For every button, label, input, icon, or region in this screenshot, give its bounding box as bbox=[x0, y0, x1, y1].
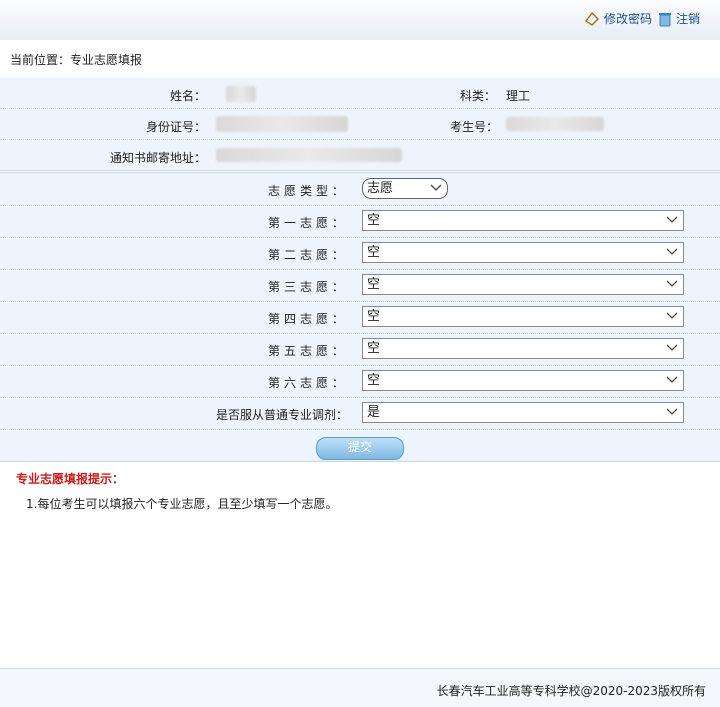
logout-label: 注销 bbox=[675, 12, 700, 26]
type-label: 志愿类型： bbox=[267, 184, 348, 198]
adjust-select[interactable]: 是 bbox=[362, 402, 684, 423]
change-password-label: 修改密码 bbox=[603, 12, 652, 26]
adjust-label: 是否服从普通专业调剂： bbox=[215, 408, 348, 422]
name-label: 姓名： bbox=[170, 89, 207, 103]
adjust-value: 是 bbox=[367, 405, 381, 420]
trash-icon bbox=[658, 12, 671, 26]
change-password-link[interactable]: 修改密码 bbox=[584, 10, 652, 27]
tip-item: 1.每位考生可以填报六个专业志愿，且至少填写一个志愿。 bbox=[26, 497, 338, 511]
info-row-id: 身份证号： 考生号： bbox=[0, 109, 720, 140]
choice-4-label: 第四志愿： bbox=[267, 312, 348, 326]
header-links: 修改密码 注销 bbox=[584, 10, 700, 27]
type-select-value: 志愿 bbox=[367, 181, 394, 196]
form-row-choice-2: 第二志愿： 空 bbox=[0, 237, 720, 270]
chevron-down-icon bbox=[666, 216, 678, 223]
choice-6-value: 空 bbox=[367, 373, 381, 388]
address-redacted bbox=[216, 148, 402, 162]
subject-label: 科类： bbox=[460, 89, 497, 103]
choice-3-label: 第三志愿： bbox=[267, 280, 348, 294]
choice-5-value: 空 bbox=[367, 341, 381, 356]
type-select[interactable]: 志愿 bbox=[362, 178, 448, 199]
choice-1-value: 空 bbox=[367, 213, 381, 228]
pencil-icon bbox=[584, 11, 600, 26]
form-row-choice-6: 第六志愿： 空 bbox=[0, 365, 720, 398]
id-label: 身份证号： bbox=[146, 120, 207, 134]
id-redacted bbox=[216, 116, 348, 132]
name-redacted bbox=[226, 86, 256, 102]
choice-4-value: 空 bbox=[367, 309, 381, 324]
form-row-adjust: 是否服从普通专业调剂： 是 bbox=[0, 397, 720, 430]
choice-4-select[interactable]: 空 bbox=[362, 306, 684, 327]
chevron-down-icon bbox=[666, 280, 678, 287]
choice-5-select[interactable]: 空 bbox=[362, 338, 684, 359]
form-row-type: 志愿类型： 志愿 bbox=[0, 173, 720, 206]
breadcrumb: 当前位置：专业志愿填报 bbox=[0, 40, 720, 79]
exam-no-redacted bbox=[506, 117, 604, 131]
address-label: 通知书邮寄地址： bbox=[110, 151, 207, 165]
info-row-name: 姓名： 科类： 理工 bbox=[0, 78, 720, 109]
choice-6-select[interactable]: 空 bbox=[362, 370, 684, 391]
choice-5-label: 第五志愿： bbox=[267, 344, 348, 358]
subject-value: 理工 bbox=[506, 89, 531, 103]
choice-3-select[interactable]: 空 bbox=[362, 274, 684, 295]
exam-no-label: 考生号： bbox=[450, 120, 499, 134]
form-row-choice-4: 第四志愿： 空 bbox=[0, 301, 720, 334]
choice-2-value: 空 bbox=[367, 245, 381, 260]
logout-link[interactable]: 注销 bbox=[658, 10, 700, 27]
choice-6-label: 第六志愿： bbox=[267, 376, 348, 390]
top-bar: 修改密码 注销 bbox=[0, 0, 720, 41]
chevron-down-icon bbox=[666, 312, 678, 319]
form-row-choice-1: 第一志愿： 空 bbox=[0, 205, 720, 238]
form-row-choice-3: 第三志愿： 空 bbox=[0, 269, 720, 302]
info-row-address: 通知书邮寄地址： bbox=[0, 140, 720, 170]
chevron-down-icon bbox=[666, 408, 678, 415]
volunteer-form: 志愿类型： 志愿 第一志愿： 空 第二志愿： 空 第三志愿： 空 第四志愿： 空 bbox=[0, 172, 720, 462]
copyright-text: 长春汽车工业高等专科学校@2020-2023版权所有 bbox=[436, 684, 706, 698]
chevron-down-icon bbox=[666, 376, 678, 383]
chevron-down-icon bbox=[666, 248, 678, 255]
footer: 长春汽车工业高等专科学校@2020-2023版权所有 bbox=[0, 668, 720, 707]
choice-2-label: 第二志愿： bbox=[267, 248, 348, 262]
chevron-down-icon bbox=[666, 344, 678, 351]
form-row-choice-5: 第五志愿： 空 bbox=[0, 333, 720, 366]
choice-1-label: 第一志愿： bbox=[267, 216, 348, 230]
tips-title: 专业志愿填报提示： bbox=[16, 472, 125, 486]
choice-1-select[interactable]: 空 bbox=[362, 210, 684, 231]
choice-2-select[interactable]: 空 bbox=[362, 242, 684, 263]
chevron-down-icon bbox=[430, 184, 442, 191]
student-info-panel: 姓名： 科类： 理工 身份证号： 考生号： 通知书邮寄地址： bbox=[0, 78, 720, 171]
choice-3-value: 空 bbox=[367, 277, 381, 292]
submit-button[interactable]: 提交 bbox=[316, 437, 404, 460]
breadcrumb-text: 当前位置：专业志愿填报 bbox=[10, 53, 143, 67]
